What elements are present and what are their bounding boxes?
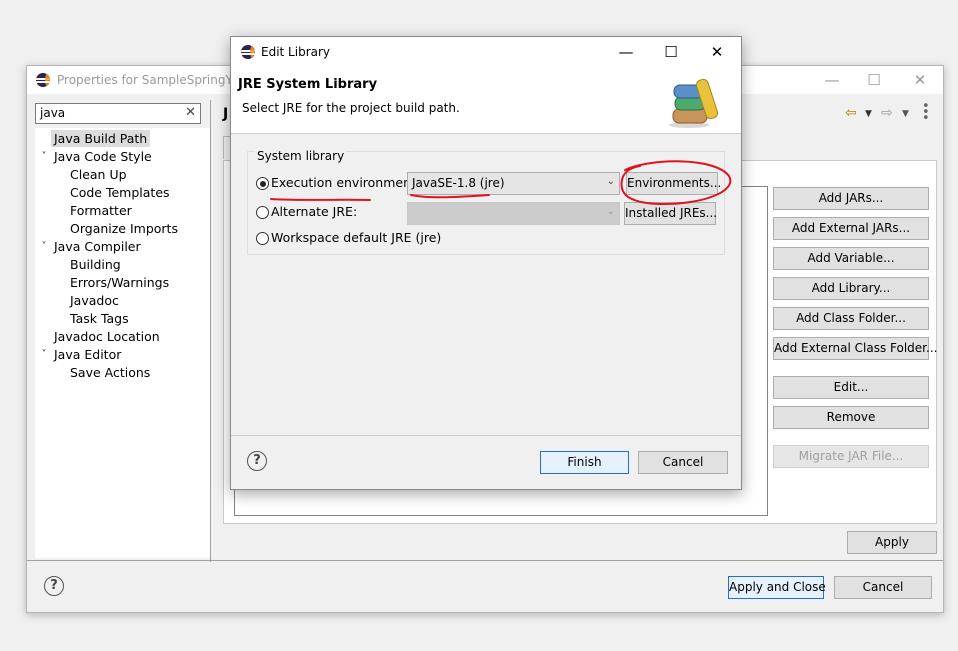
tree-item[interactable]: Javadoc [70,292,119,309]
search-value: java [40,106,66,120]
chevron-down-icon[interactable]: ˅ [39,238,49,255]
group-label: System library [255,149,347,163]
tree-item[interactable]: Building [70,256,121,273]
forward-arrow-icon[interactable]: ⇨ [881,105,893,121]
tree-item[interactable]: Save Actions [70,364,150,381]
apply-button[interactable]: Apply [847,531,937,554]
forward-dropdown-icon[interactable]: ▼ [902,109,909,119]
alternate-jre-select[interactable]: ⌄ [407,202,620,225]
horizontal-divider [27,560,943,561]
dropdown-arrow-icon: ⌄ [606,176,615,187]
filter-search-input[interactable]: java ✕ [35,103,201,124]
close-icon[interactable]: ✕ [702,43,732,61]
workspace-default-radio[interactable] [256,232,269,245]
chevron-down-icon[interactable]: ˅ [39,148,49,165]
tree-item[interactable]: Task Tags [70,310,129,327]
dialog-divider [231,435,741,436]
back-dropdown-icon[interactable]: ▼ [865,109,872,119]
vertical-divider [210,100,211,562]
side-button[interactable]: Add External Class Folder... [773,337,937,360]
dialog-heading: JRE System Library [238,77,378,92]
dialog-header: JRE System Library Select JRE for the pr… [231,67,741,134]
tree-item[interactable]: Java Compiler [54,238,141,255]
environments-button[interactable]: Environments... [626,172,721,195]
dropdown-arrow-icon: ⌄ [606,206,615,217]
help-icon[interactable]: ? [247,451,267,471]
execution-environment-label[interactable]: Execution environment: [271,175,420,190]
cancel-button[interactable]: Cancel [834,576,932,599]
eclipse-icon [241,45,255,59]
tree-item[interactable]: Java Code Style [54,148,152,165]
edit-library-dialog: Edit Library — ☐ ✕ JRE System Library Se… [230,36,742,490]
close-icon[interactable]: ✕ [905,71,935,89]
execution-environment-select[interactable]: JavaSE-1.8 (jre) ⌄ [407,172,620,195]
apply-and-close-button[interactable]: Apply and Close [728,576,826,599]
eclipse-icon [36,73,50,87]
tree-item[interactable]: Javadoc Location [54,328,160,345]
tree-item[interactable]: Errors/Warnings [70,274,169,291]
preference-tree: Java Build Path ˅ Java Code Style Clean Up C… [35,128,211,558]
dialog-cancel-button[interactable]: Cancel [638,451,728,474]
library-books-icon [669,78,719,128]
minimize-icon[interactable]: — [611,43,641,61]
chevron-down-icon[interactable]: ˅ [39,346,49,363]
page-title: J [223,106,229,122]
workspace-default-label[interactable]: Workspace default JRE (jre) [271,230,441,245]
dialog-title-bar: Edit Library — ☐ ✕ [231,37,741,67]
side-button[interactable]: Edit... [773,376,929,399]
tree-item[interactable]: Java Editor [54,346,121,363]
side-button[interactable]: Add External JARs... [773,217,929,240]
help-icon[interactable]: ? [44,576,64,596]
side-button[interactable]: Add Variable... [773,247,929,270]
side-button[interactable]: Add Class Folder... [773,307,929,330]
menu-dots-icon[interactable]: • • • [922,100,930,125]
tree-item[interactable]: Organize Imports [70,220,178,237]
side-button[interactable]: Migrate JAR File... [773,445,929,468]
tree-item[interactable]: Code Templates [70,184,170,201]
side-button[interactable]: Add JARs... [773,187,929,210]
minimize-icon[interactable]: — [817,71,847,89]
dialog-title: Edit Library [261,45,331,59]
properties-window-title: Properties for SampleSpringYse [57,73,247,87]
alternate-jre-label[interactable]: Alternate JRE: [271,204,357,219]
tree-item[interactable]: Clean Up [70,166,127,183]
execution-environment-value: JavaSE-1.8 (jre) [412,176,505,190]
side-button[interactable]: Remove [773,406,929,429]
tree-item[interactable]: Java Build Path [51,130,151,147]
installed-jres-button[interactable]: Installed JREs... [624,202,717,225]
maximize-icon[interactable]: ☐ [859,71,889,89]
tree-item[interactable]: Formatter [70,202,132,219]
clear-search-icon[interactable]: ✕ [185,105,196,120]
dialog-description: Select JRE for the project build path. [242,101,460,115]
finish-button[interactable]: Finish [540,451,629,474]
maximize-icon[interactable]: ☐ [656,43,686,61]
alternate-jre-radio[interactable] [256,206,269,219]
back-arrow-icon[interactable]: ⇦ [845,105,857,121]
side-button[interactable]: Add Library... [773,277,929,300]
execution-environment-radio[interactable] [256,177,269,190]
